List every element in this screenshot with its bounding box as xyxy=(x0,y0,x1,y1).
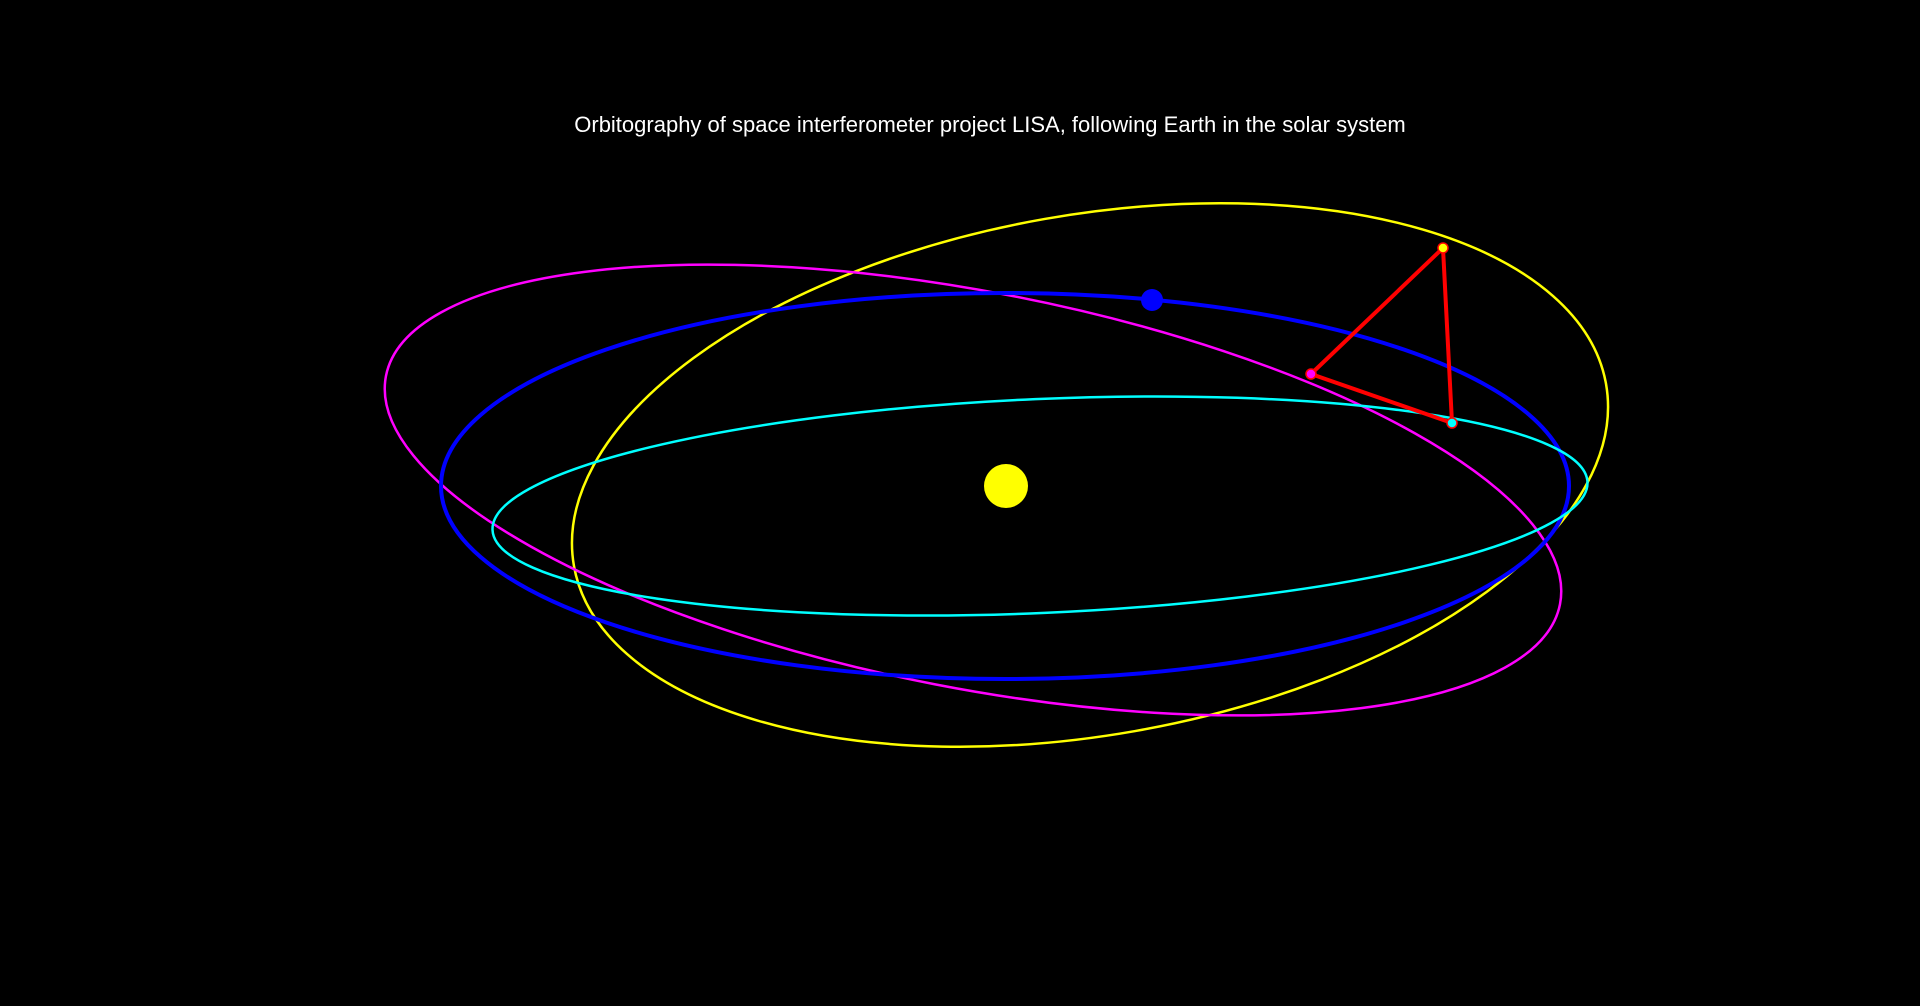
spacecraft-yellow xyxy=(1437,242,1449,254)
spacecraft-cyan xyxy=(1446,417,1458,429)
spacecraft-magenta xyxy=(1305,368,1317,380)
earth xyxy=(1141,289,1163,311)
sun xyxy=(984,464,1028,508)
diagram-title: Orbitography of space interferometer pro… xyxy=(574,112,1406,137)
orbit-diagram: Orbitography of space interferometer pro… xyxy=(0,0,1920,1006)
background xyxy=(0,0,1920,1006)
